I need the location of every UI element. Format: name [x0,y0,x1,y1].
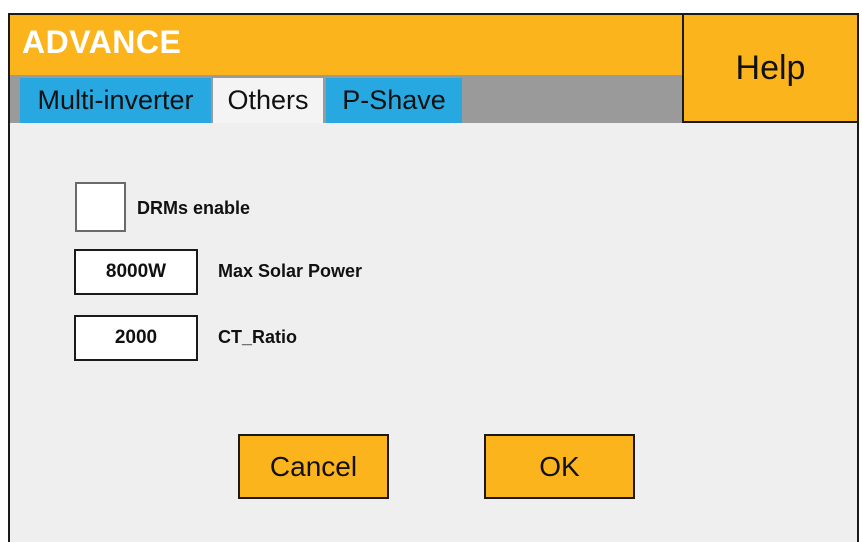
help-button[interactable]: Help [682,13,859,123]
max-solar-power-field[interactable]: 8000W [74,249,198,295]
ok-button[interactable]: OK [484,434,635,499]
tab-others[interactable]: Others [213,78,323,123]
ct-ratio-label: CT_Ratio [218,327,298,347]
window-title: ADVANCE [22,24,182,60]
ct-ratio-field[interactable]: 2000 [74,315,198,361]
cancel-button[interactable]: Cancel [238,434,389,499]
max-solar-power-label: Max Solar Power [218,261,363,281]
tab-p-shave[interactable]: P-Shave [326,78,462,123]
drms-enable-checkbox[interactable] [75,182,126,232]
tab-multi-inverter[interactable]: Multi-inverter [20,78,211,123]
drms-enable-label: DRMs enable [137,198,251,218]
